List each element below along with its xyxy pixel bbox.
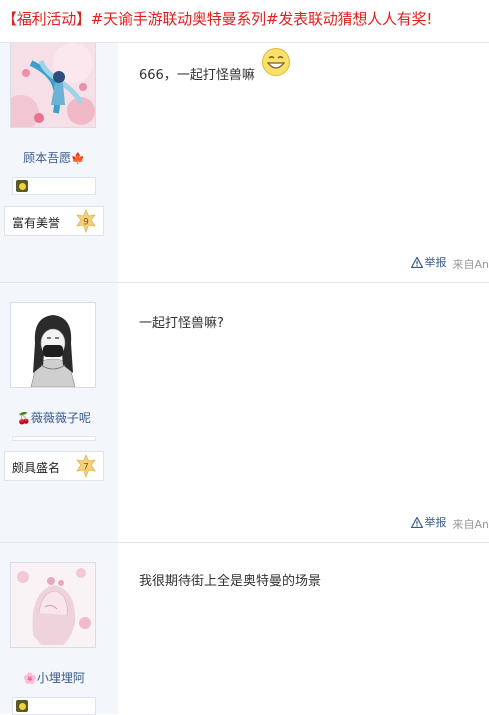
post-footer: 举报 来自An bbox=[411, 514, 489, 532]
avatar-image bbox=[11, 563, 95, 647]
avatar[interactable] bbox=[10, 562, 96, 648]
avatar-image bbox=[11, 303, 95, 387]
post-content: 我很期待街上全是奥特曼的场景 bbox=[139, 570, 321, 589]
username[interactable]: 顾本吾愿🍁 bbox=[0, 149, 108, 166]
username-text[interactable]: 顾本吾愿 bbox=[23, 151, 71, 165]
medal-icon[interactable] bbox=[16, 180, 28, 192]
report-label[interactable]: 举报 bbox=[425, 254, 447, 270]
avatar[interactable] bbox=[10, 302, 96, 388]
post-content: 666，一起打怪兽嘛 bbox=[139, 64, 255, 83]
post-content: 一起打怪兽嘛? bbox=[139, 312, 224, 331]
level-number: 9 bbox=[83, 218, 89, 228]
star-level-icon: 7 bbox=[74, 454, 98, 478]
post-2: 🍒薇薇薇子呢 颇具盛名 7 一起打怪兽嘛? 举报 来自An bbox=[0, 283, 489, 543]
report-link[interactable]: 举报 bbox=[411, 514, 447, 530]
report-link[interactable]: 举报 bbox=[411, 254, 447, 270]
post-author-sidebar: 🍒薇薇薇子呢 颇具盛名 7 bbox=[0, 283, 118, 542]
warning-triangle-icon bbox=[411, 257, 423, 268]
avatar[interactable] bbox=[10, 42, 96, 128]
thread-header: 【福利活动】#天谕手游联动奥特曼系列#发表联动猜想人人有奖! bbox=[0, 0, 489, 43]
level-number: 7 bbox=[83, 463, 89, 473]
username-text[interactable]: 薇薇薇子呢 bbox=[31, 411, 91, 425]
username-text[interactable]: 小埋埋阿 bbox=[37, 671, 85, 685]
honor-title: 富有美誉 bbox=[12, 214, 60, 231]
medal-box bbox=[12, 697, 96, 715]
cherry-icon: 🍒 bbox=[17, 412, 31, 425]
medal-icon[interactable] bbox=[16, 700, 28, 712]
honor-badge: 颇具盛名 7 bbox=[4, 451, 104, 481]
medal-box bbox=[12, 177, 96, 195]
username[interactable]: 🌸小埋埋阿 bbox=[0, 669, 108, 686]
medal-box bbox=[12, 436, 96, 441]
grin-emoji-icon bbox=[261, 47, 291, 77]
honor-badge: 富有美誉 9 bbox=[4, 206, 104, 236]
thread-title[interactable]: 【福利活动】#天谕手游联动奥特曼系列#发表联动猜想人人有奖! bbox=[2, 8, 432, 29]
maple-leaf-icon: 🍁 bbox=[71, 152, 85, 165]
avatar-image bbox=[11, 43, 95, 127]
source-text: 来自An bbox=[453, 518, 489, 531]
honor-title: 颇具盛名 bbox=[12, 459, 60, 476]
flower-icon: 🌸 bbox=[23, 672, 37, 685]
post-3: 🌸小埋埋阿 我很期待街上全是奥特曼的场景 bbox=[0, 543, 489, 714]
star-level-icon: 9 bbox=[74, 209, 98, 233]
warning-triangle-icon bbox=[411, 517, 423, 528]
report-label[interactable]: 举报 bbox=[425, 514, 447, 530]
username[interactable]: 🍒薇薇薇子呢 bbox=[0, 409, 108, 426]
post-footer: 举报 来自An bbox=[411, 254, 489, 272]
post-author-sidebar: 🌸小埋埋阿 bbox=[0, 543, 118, 714]
source-text: 来自An bbox=[453, 258, 489, 271]
